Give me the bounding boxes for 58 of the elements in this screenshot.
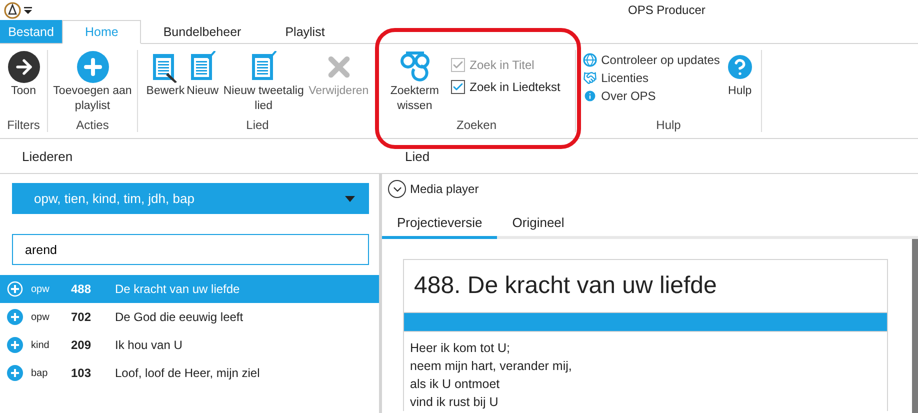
ribbon-link[interactable]: Licenties [581, 70, 722, 86]
song-title: Ik hou van U [115, 338, 182, 352]
app-logo-icon [4, 2, 21, 18]
group-label: Zoeken [456, 118, 497, 132]
song-number: 488 [71, 282, 92, 296]
search-field[interactable]: arend [12, 234, 369, 265]
panel-header: Lied [404, 148, 430, 164]
group-label: Hulp [656, 118, 681, 132]
binoculars-icon [400, 51, 430, 83]
add-icon[interactable] [7, 337, 23, 353]
bundle-code: bap [31, 368, 49, 378]
checkbox[interactable] [450, 80, 465, 94]
group-label: Lied [246, 118, 269, 132]
globe-icon [583, 53, 598, 67]
chevron-down-icon [388, 180, 406, 198]
ribbon-button[interactable]: Toevoegen aan playlist [51, 50, 134, 114]
song-number: 702 [71, 310, 92, 324]
song-title: De kracht van uw liefde [115, 282, 240, 296]
song-title: De God die eeuwig leeft [115, 310, 244, 324]
song-title: Loof, loof de Heer, mijn ziel [115, 366, 260, 380]
add-icon[interactable] [7, 309, 23, 325]
bundle-code: opw [31, 284, 50, 294]
ribbon-button[interactable]: Toon [8, 50, 40, 99]
bundle-code: kind [31, 340, 50, 350]
lyric-line: neem mijn hart, verander mij, [410, 358, 573, 375]
ribbon-button[interactable]: Nieuw tweetalig lied [220, 50, 307, 114]
plus-icon [76, 51, 108, 83]
ribbon-button[interactable]: Nieuw [186, 50, 219, 99]
handshake-icon [583, 71, 598, 85]
caret-icon [345, 196, 355, 202]
window-title: OPS Producer [628, 3, 706, 17]
document-pen-icon [151, 51, 180, 83]
add-icon[interactable] [7, 365, 23, 381]
view-tab[interactable]: Origineel [497, 209, 580, 239]
group-label: Acties [76, 118, 109, 132]
lyric-line: Heer ik kom tot U; [410, 340, 512, 357]
ribbon-button[interactable]: Zoekterm wissen [388, 50, 441, 114]
song-number: 209 [71, 338, 92, 352]
song-number: 103 [71, 366, 92, 380]
dropdown-icon[interactable] [23, 5, 33, 15]
ribbon-button[interactable]: Bewerk [146, 50, 185, 99]
ribbon-link[interactable]: Over OPS [581, 88, 722, 104]
add-icon[interactable] [7, 281, 23, 297]
ribbon-link[interactable]: Controleer op updates [581, 52, 722, 68]
media-player-toggle[interactable]: Media player [382, 177, 918, 201]
group-label: Filters [7, 118, 40, 132]
bundle-code: opw [31, 312, 50, 322]
checkbox-label: Zoek in Titel [470, 58, 534, 72]
info-icon [583, 89, 598, 103]
arrow-right-icon [8, 51, 40, 83]
document-check-icon [188, 51, 217, 83]
document-check-icon [250, 51, 278, 83]
scrollbar[interactable] [912, 239, 918, 413]
lyric-line: vind ik rust bij U [410, 394, 500, 411]
lyric-line: als ik U ontmoet [410, 376, 501, 393]
panel-header: Liederen [21, 148, 74, 164]
checkbox-label: Zoek in Liedtekst [470, 80, 560, 94]
ribbon-button[interactable]: Hulp [724, 50, 756, 99]
